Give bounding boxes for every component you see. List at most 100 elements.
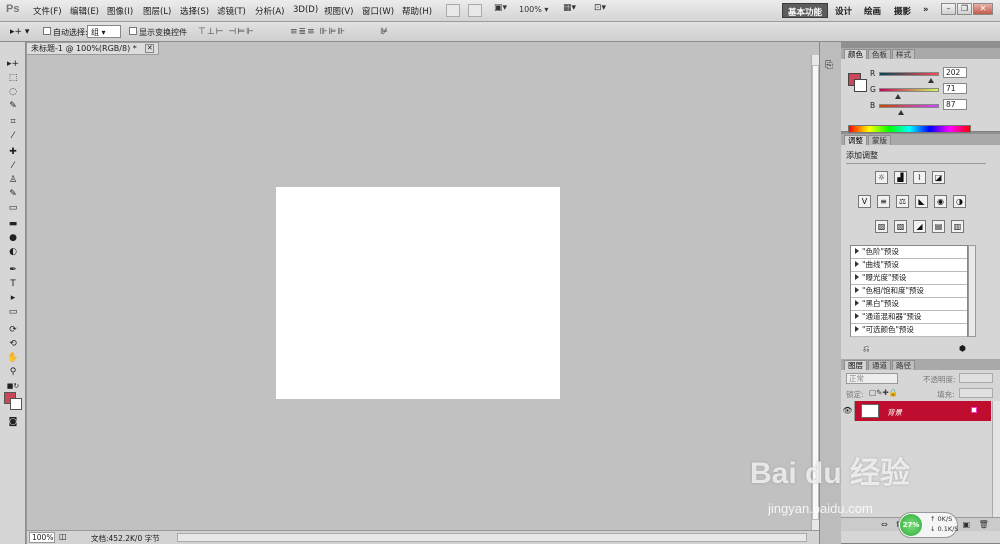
clip-layer-icon[interactable]: ⬢ — [959, 344, 966, 353]
channel-r-thumb[interactable] — [928, 78, 934, 83]
menu-edit[interactable]: 编辑(E) — [70, 5, 99, 17]
dodge-tool-icon[interactable]: ◐ — [4, 246, 22, 259]
3d-orbit-tool-icon[interactable]: ⟲ — [4, 338, 22, 351]
channel-g-thumb[interactable] — [895, 94, 901, 99]
align-icons[interactable]: ⊤⊥⊢ ⊣⊨⊩ — [198, 27, 255, 37]
photo-filter-icon[interactable]: ◉ — [934, 195, 947, 208]
status-zoom-field[interactable]: 100% — [29, 532, 55, 543]
tab-paths[interactable]: 路径 — [892, 360, 915, 370]
pen-tool-icon[interactable]: ✒ — [4, 264, 22, 277]
menu-3d[interactable]: 3D(D) — [293, 5, 318, 15]
show-transform-checkbox[interactable] — [129, 27, 137, 35]
menu-filter[interactable]: 滤镜(T) — [217, 5, 246, 17]
tab-swatches[interactable]: 色板 — [868, 49, 891, 59]
canvas[interactable] — [276, 187, 560, 399]
arrange-documents-icon[interactable]: ▦▾ — [563, 3, 576, 13]
lasso-tool-icon[interactable]: ◌ — [4, 86, 22, 99]
channel-b-slider[interactable] — [879, 104, 939, 115]
tab-adjustments[interactable]: 调整 — [844, 135, 867, 145]
channel-r-slider[interactable] — [879, 72, 939, 83]
preset-hue-saturation[interactable]: "色相/饱和度"预设 — [851, 285, 967, 298]
document-tab[interactable]: 未标题-1 @ 100%(RGB/8) * ✕ — [27, 42, 160, 55]
menu-window[interactable]: 窗口(W) — [362, 5, 394, 17]
layer-name[interactable]: 背景 — [887, 407, 902, 418]
restore-icon[interactable]: ❐ — [957, 3, 972, 15]
black-white-icon[interactable]: ◣ — [915, 195, 928, 208]
menu-image[interactable]: 图像(I) — [107, 5, 133, 17]
threshold-icon[interactable]: ◢ — [913, 220, 926, 233]
preset-curves[interactable]: "曲线"预设 — [851, 259, 967, 272]
preset-black-white[interactable]: "黑白"预设 — [851, 298, 967, 311]
3d-rotate-tool-icon[interactable]: ⟳ — [4, 324, 22, 337]
channel-g-field[interactable]: 71 — [943, 83, 967, 94]
lock-icons[interactable]: □✎✚🔒 — [869, 388, 898, 397]
eye-icon[interactable]: 👁 — [841, 401, 855, 421]
blend-mode-select[interactable]: 正常 — [846, 373, 898, 384]
network-percent-badge[interactable]: 27% — [900, 514, 922, 536]
screen-mode-icon[interactable]: ⊡▾ — [594, 3, 606, 13]
eyedropper-tool-icon[interactable]: ⁄ — [4, 130, 22, 143]
return-to-list-icon[interactable]: ⎌ — [863, 344, 869, 354]
levels-icon[interactable]: ▟ — [894, 171, 907, 184]
auto-select-checkbox[interactable] — [43, 27, 51, 35]
workspace-photography[interactable]: 摄影 — [889, 3, 916, 18]
tab-layers[interactable]: 图层 — [844, 360, 867, 370]
exposure-icon[interactable]: ◪ — [932, 171, 945, 184]
bridge-button[interactable] — [446, 4, 460, 17]
channel-b-field[interactable]: 87 — [943, 99, 967, 110]
workspace-design[interactable]: 设计 — [830, 3, 857, 18]
type-tool-icon[interactable]: T — [4, 278, 22, 291]
color-spectrum-bar[interactable] — [848, 125, 971, 133]
mini-bridge-button[interactable] — [468, 4, 482, 17]
background-color-swatch[interactable] — [10, 398, 22, 410]
preset-channel-mixer[interactable]: "通道混和器"预设 — [851, 311, 967, 324]
preset-levels[interactable]: "色阶"预设 — [851, 246, 967, 259]
channel-mixer-icon[interactable]: ◑ — [953, 195, 966, 208]
quick-select-tool-icon[interactable]: ✎ — [4, 100, 22, 113]
close-document-icon[interactable]: ✕ — [145, 44, 155, 53]
gradient-tool-icon[interactable]: ▬ — [4, 218, 22, 231]
zoom-level-select[interactable]: 100% ▾ — [519, 5, 548, 14]
workspace-painting[interactable]: 绘画 — [859, 3, 886, 18]
status-menu-icon[interactable]: ◫ — [59, 532, 67, 541]
preset-selective-color[interactable]: "可选颜色"预设 — [851, 324, 967, 337]
fill-field[interactable] — [959, 388, 993, 398]
hue-saturation-icon[interactable]: ≡ — [877, 195, 890, 208]
channel-r-field[interactable]: 202 — [943, 67, 967, 78]
preset-exposure[interactable]: "曝光度"预设 — [851, 272, 967, 285]
healing-brush-tool-icon[interactable]: ✚ — [4, 146, 22, 159]
presets-scrollbar[interactable] — [968, 245, 976, 337]
auto-select-dropdown[interactable]: 组 ▾ — [87, 25, 121, 38]
tab-channels[interactable]: 通道 — [868, 360, 891, 370]
gradient-map-icon[interactable]: ▤ — [932, 220, 945, 233]
workspace-essentials[interactable]: 基本功能 — [782, 3, 829, 18]
color-background-swatch[interactable] — [854, 79, 867, 92]
quick-mask-icon[interactable]: ◙ — [4, 416, 22, 429]
path-select-tool-icon[interactable]: ▸ — [4, 292, 22, 305]
minimize-icon[interactable]: – — [941, 3, 956, 15]
channel-b-thumb[interactable] — [898, 110, 904, 115]
crop-tool-icon[interactable]: ⌗ — [4, 116, 22, 129]
horizontal-scrollbar[interactable] — [177, 533, 807, 542]
channel-g-slider[interactable] — [879, 88, 939, 99]
tab-color[interactable]: 颜色 — [844, 49, 867, 59]
menu-help[interactable]: 帮助(H) — [402, 5, 432, 17]
brightness-contrast-icon[interactable]: ☼ — [875, 171, 888, 184]
view-extras-icon[interactable]: ▣▾ — [494, 3, 507, 13]
posterize-icon[interactable]: ▧ — [894, 220, 907, 233]
invert-icon[interactable]: ▨ — [875, 220, 888, 233]
blur-tool-icon[interactable]: ● — [4, 232, 22, 245]
tab-masks[interactable]: 蒙版 — [868, 135, 891, 145]
curves-icon[interactable]: ⌇ — [913, 171, 926, 184]
menu-file[interactable]: 文件(F) — [33, 5, 62, 17]
menu-select[interactable]: 选择(S) — [180, 5, 209, 17]
marquee-tool-icon[interactable]: ⬚ — [4, 72, 22, 85]
layers-scrollbar[interactable] — [992, 401, 1000, 517]
selective-color-icon[interactable]: ▥ — [951, 220, 964, 233]
brush-tool-icon[interactable]: ⁄ — [4, 160, 22, 173]
vibrance-icon[interactable]: V — [858, 195, 871, 208]
history-brush-tool-icon[interactable]: ✎ — [4, 188, 22, 201]
color-balance-icon[interactable]: ⚖ — [896, 195, 909, 208]
auto-align-icon[interactable]: ⊯ — [380, 27, 389, 37]
menu-layer[interactable]: 图层(L) — [143, 5, 171, 17]
